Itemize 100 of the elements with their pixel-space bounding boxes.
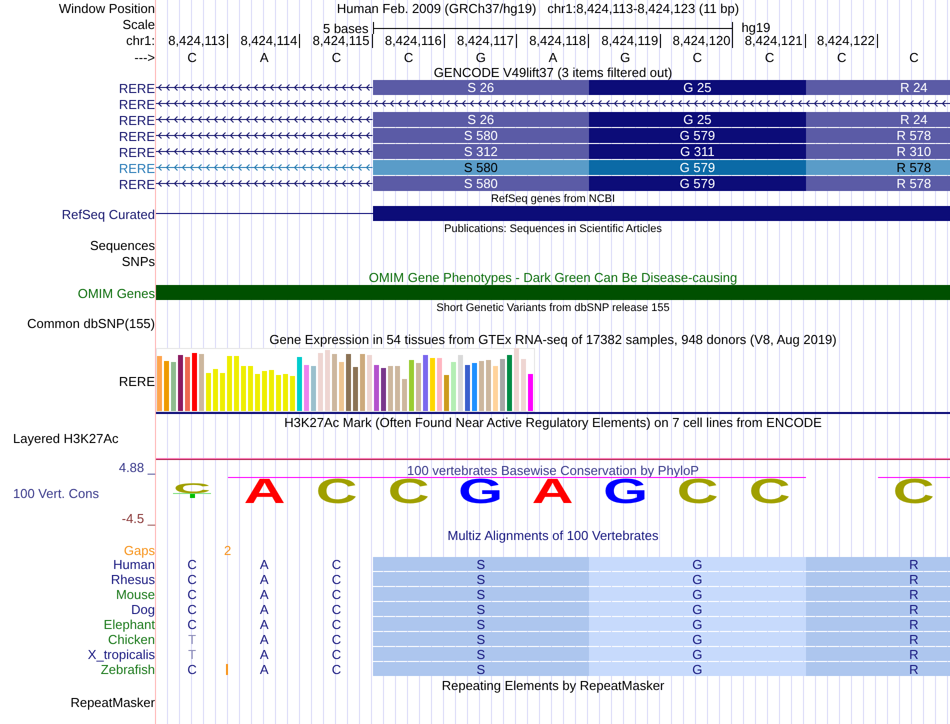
conservation-letter: C (388, 478, 430, 505)
expression-bar (213, 369, 218, 411)
strand-label: ---> (134, 50, 155, 64)
position-number: 8,424,115 (312, 34, 370, 47)
aligned-base: C (332, 648, 342, 661)
species-label: Zebrafish (100, 663, 155, 676)
aligned-base: A (260, 573, 269, 586)
codon-block: R 24 (806, 112, 950, 127)
aligned-base: A (260, 633, 269, 646)
gene-label: RERE (118, 146, 155, 158)
alignment-block: G (589, 602, 806, 616)
expression-bar (255, 374, 260, 411)
expression-bar (486, 360, 491, 411)
expression-bar (353, 367, 358, 411)
conservation-letter: C (893, 478, 935, 505)
position-number: 8,424,113 (168, 34, 226, 47)
aligned-base: C (187, 588, 197, 601)
t-shaped-mark-icon (173, 493, 212, 498)
conservation-letter: C (173, 483, 211, 493)
aligned-base: C (332, 618, 342, 631)
track-title: GENCODE V49lift37 (3 items filtered out) (434, 66, 672, 79)
gene-label: RERE (118, 130, 155, 142)
aligned-base: C (332, 573, 342, 586)
assembly-label: hg19 (741, 20, 770, 35)
expression-bar (171, 362, 176, 411)
expression-bar (437, 358, 442, 411)
track-title: Multiz Alignments of 100 Vertebrates (447, 529, 658, 542)
reference-base: G (476, 50, 486, 64)
expression-bar (290, 376, 295, 411)
expression-bar (241, 366, 246, 411)
alignment-block: S (372, 632, 590, 646)
expression-bar (332, 354, 337, 411)
expression-bar (297, 357, 302, 411)
species-label: Rhesus (110, 573, 155, 586)
conservation-letter: C (676, 478, 718, 505)
codon-block: R 578 (806, 128, 950, 143)
aligned-base: C (187, 663, 197, 676)
codon-block: G 25 (589, 112, 806, 127)
codon-block: G 579 (589, 176, 806, 191)
alignment-block: S (372, 602, 590, 616)
track-title: OMIM Gene Phenotypes - Dark Green Can Be Disease-causing (368, 270, 738, 284)
reference-base: A (260, 50, 269, 64)
tick-mark (299, 34, 300, 48)
expression-bar (234, 356, 239, 411)
track-label: Layered H3K27Ac (13, 432, 119, 445)
aligned-base: C (187, 618, 197, 631)
species-label: Human (113, 558, 155, 571)
reference-base: G (620, 50, 630, 64)
track-label: RepeatMasker (70, 696, 155, 708)
conservation-letter: A (243, 478, 286, 505)
aligned-base: A (260, 603, 269, 616)
expression-bar (304, 365, 309, 411)
expression-bar (311, 366, 316, 411)
species-label: Mouse (116, 588, 155, 601)
species-label: Chicken (108, 633, 155, 646)
assembly-title: Human Feb. 2009 (GRCh37/hg19) (336, 2, 536, 14)
expression-bar (185, 357, 190, 411)
alignment-block: R (806, 602, 950, 616)
expression-bar (206, 373, 211, 411)
expression-bar (318, 353, 323, 411)
codon-block: S 26 (372, 112, 590, 127)
track-label: Common dbSNP(155) (27, 317, 155, 330)
alignment-block: S (372, 587, 590, 601)
codon-block: G 579 (589, 160, 806, 175)
axis-min-label: -4.5 _ (122, 512, 155, 525)
reference-base: A (548, 50, 558, 64)
alignment-block: R (806, 587, 950, 601)
alignment-block: R (806, 617, 950, 631)
gap-count: 2 (224, 544, 232, 556)
track-title: Repeating Elements by RepeatMasker (442, 679, 664, 692)
aligned-base: C (332, 603, 342, 616)
expression-bar (367, 355, 372, 411)
track-label: Sequences (90, 238, 155, 252)
codon-block: S 580 (372, 176, 590, 191)
expression-bar (164, 361, 169, 411)
tick-mark (372, 34, 373, 48)
alignment-block: S (372, 647, 590, 661)
species-label: X_tropicalis (88, 648, 155, 661)
track-title: Publications: Sequences in Scientific Articles (444, 224, 662, 235)
expression-bar (220, 373, 225, 411)
conservation-letter: C (316, 478, 358, 505)
expression-bar (416, 363, 421, 411)
expression-bar (374, 365, 379, 411)
track-label: SNPs (122, 254, 155, 268)
codon-block: S 26 (372, 80, 590, 95)
gene-label: RERE (118, 98, 155, 110)
expression-bar (269, 370, 274, 411)
track-label: 100 Vert. Cons (13, 486, 99, 500)
expression-bar (430, 358, 435, 411)
track-label: RERE (118, 374, 155, 388)
expression-bar (339, 362, 344, 411)
expression-bar (227, 356, 232, 411)
gene-label: RERE (118, 162, 155, 174)
species-label: Dog (131, 603, 155, 616)
expression-bar (402, 379, 407, 411)
codon-block: R 310 (806, 144, 950, 159)
aligned-base: C (332, 558, 342, 571)
alignment-block: G (589, 557, 806, 571)
track-title: Short Genetic Variants from dbSNP release 155 (436, 303, 670, 314)
codon-block: G 25 (589, 80, 806, 95)
